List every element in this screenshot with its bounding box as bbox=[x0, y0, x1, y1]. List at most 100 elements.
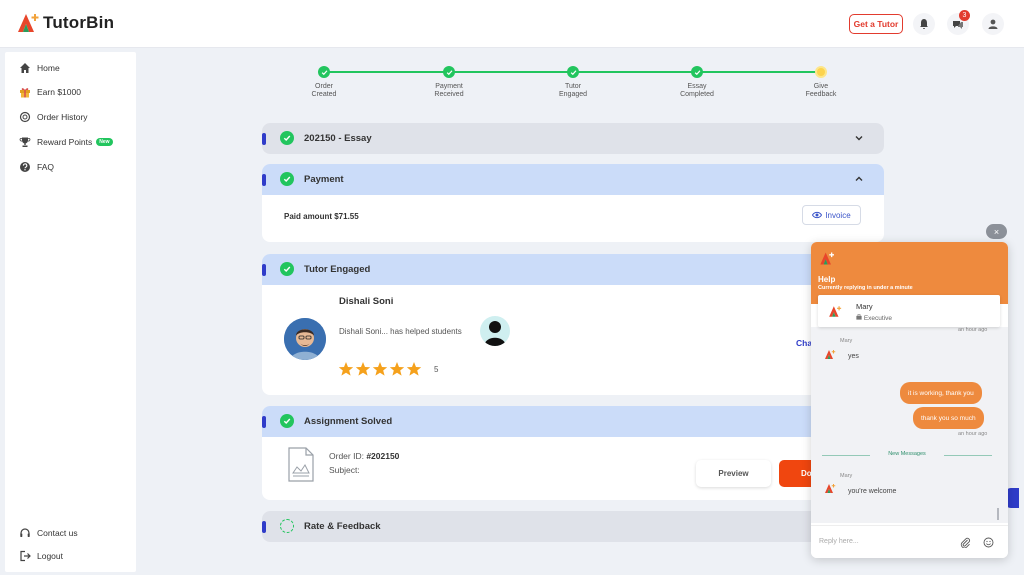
section-rate-header[interactable]: Rate & Feedback bbox=[262, 511, 884, 542]
logo-mark-icon bbox=[18, 14, 39, 32]
message-sender: Mary bbox=[840, 338, 853, 344]
chat-logo-icon bbox=[820, 252, 834, 265]
paid-amount: Paid amount $71.55 bbox=[284, 212, 359, 221]
chat-messages[interactable]: an hour ago Mary yes it is working, than… bbox=[811, 327, 1008, 523]
section-title: Assignment Solved bbox=[304, 416, 393, 427]
tutor-rating-value: 5 bbox=[434, 365, 439, 374]
message-time: an hour ago bbox=[958, 431, 988, 437]
bell-icon bbox=[920, 19, 928, 29]
headset-icon bbox=[19, 527, 30, 537]
briefcase-icon bbox=[856, 314, 862, 320]
section-title: Rate & Feedback bbox=[304, 521, 381, 532]
step-order-created: Order Created bbox=[289, 66, 359, 99]
chevron-up-icon[interactable] bbox=[854, 174, 864, 184]
profile-button[interactable] bbox=[982, 13, 1004, 35]
messages-count-badge: 3 bbox=[959, 10, 970, 21]
message-time: an hour ago bbox=[958, 327, 988, 333]
section-essay-header[interactable]: 202150 - Essay bbox=[262, 123, 884, 154]
section-marker bbox=[262, 133, 266, 145]
sidebar-item-label: Earn $1000 bbox=[37, 86, 81, 97]
invoice-label: Invoice bbox=[825, 210, 851, 220]
step-label: Essay Completed bbox=[680, 83, 714, 98]
section-marker bbox=[262, 416, 266, 428]
chevron-down-icon[interactable] bbox=[854, 133, 864, 143]
check-icon bbox=[570, 69, 576, 75]
check-circle-icon bbox=[283, 266, 291, 273]
agent-role-label: Executive bbox=[863, 315, 892, 322]
step-label: Payment Received bbox=[434, 83, 464, 98]
agent-logo-icon bbox=[825, 350, 836, 359]
sidebar-item-order-history[interactable]: Order History bbox=[18, 110, 88, 123]
paperclip-icon[interactable] bbox=[960, 537, 971, 548]
section-title: Tutor Engaged bbox=[304, 264, 371, 275]
sidebar-item-label: Logout bbox=[37, 550, 63, 561]
tutor-portrait-icon bbox=[284, 318, 326, 360]
new-messages-divider: New Messages bbox=[822, 451, 992, 459]
section-marker bbox=[262, 521, 266, 533]
check-circle-icon bbox=[283, 418, 291, 425]
brand-name: TutorBin bbox=[43, 13, 115, 32]
sidebar-item-label: Order History bbox=[37, 111, 88, 122]
agent-card: Mary Executive bbox=[818, 295, 1000, 327]
gift-icon bbox=[19, 87, 30, 97]
get-a-tutor-button[interactable]: Get a Tutor bbox=[849, 14, 903, 34]
message-incoming: yes bbox=[848, 353, 859, 360]
chat-reply-input[interactable]: Reply here... bbox=[819, 538, 859, 545]
student-silhouette bbox=[480, 316, 510, 346]
invoice-button[interactable]: Invoice bbox=[802, 205, 861, 225]
section-tutor-header[interactable]: Tutor Engaged bbox=[262, 254, 884, 285]
section-assignment-header[interactable]: Assignment Solved bbox=[262, 406, 884, 437]
star-icon bbox=[355, 362, 371, 376]
tutorbin-logo[interactable]: TutorBin bbox=[16, 12, 114, 34]
check-icon bbox=[694, 69, 700, 75]
home-icon bbox=[19, 62, 30, 73]
pending-circle-icon bbox=[280, 519, 294, 533]
preview-button[interactable]: Preview bbox=[696, 460, 771, 487]
divider-line bbox=[944, 455, 992, 456]
tutor-helped-text: Dishali Soni... has helped students bbox=[339, 327, 462, 336]
sidebar-item-contact-us[interactable]: Contact us bbox=[18, 526, 78, 539]
chat-title: Help bbox=[818, 275, 836, 284]
sidebar-item-label: Contact us bbox=[37, 527, 78, 538]
chat-with-tutor-link[interactable]: Cha bbox=[796, 338, 812, 348]
chat-widget: Help Currently replying in under a minut… bbox=[811, 242, 1008, 558]
subject-label: Subject: bbox=[329, 465, 360, 475]
section-payment-header[interactable]: Payment bbox=[262, 164, 884, 195]
message-incoming: you're welcome bbox=[848, 488, 897, 495]
emoji-icon[interactable] bbox=[983, 537, 994, 548]
sidebar-item-earn[interactable]: Earn $1000 bbox=[18, 85, 81, 98]
sidebar-item-home[interactable]: Home bbox=[18, 61, 60, 74]
message-outgoing: it is working, thank you bbox=[900, 382, 982, 404]
step-essay-completed: Essay Completed bbox=[662, 66, 732, 99]
order-id: Order ID: #202150 bbox=[329, 451, 399, 461]
pending-dot-icon bbox=[815, 66, 827, 78]
chat-close-button[interactable]: × bbox=[986, 224, 1007, 239]
step-label: Give Feedback bbox=[805, 83, 837, 98]
section-rate-feedback: Rate & Feedback bbox=[262, 511, 884, 542]
sidebar-item-logout[interactable]: Logout bbox=[18, 549, 63, 562]
notifications-button[interactable] bbox=[913, 13, 935, 35]
agent-avatar-icon bbox=[829, 306, 842, 317]
question-icon bbox=[19, 161, 30, 172]
check-circle-icon bbox=[283, 176, 291, 183]
star-icon bbox=[372, 362, 388, 376]
step-payment-received: Payment Received bbox=[414, 66, 484, 99]
step-tutor-engaged: Tutor Engaged bbox=[538, 66, 608, 99]
tutor-name: Dishali Soni bbox=[339, 296, 394, 307]
check-circle-icon bbox=[283, 135, 291, 142]
document-file-icon bbox=[288, 447, 314, 482]
section-title: Payment bbox=[304, 174, 344, 185]
star-icon bbox=[338, 362, 354, 376]
tutor-avatar bbox=[284, 318, 326, 360]
chat-scrollbar[interactable] bbox=[997, 508, 999, 520]
sidebar-item-reward-points[interactable]: Reward Points New bbox=[18, 135, 113, 148]
order-id-label: Order ID: bbox=[329, 451, 367, 461]
sidebar-item-faq[interactable]: FAQ bbox=[18, 160, 54, 173]
top-header: TutorBin Get a Tutor 3 bbox=[0, 0, 1024, 48]
eye-icon bbox=[812, 211, 823, 219]
history-icon bbox=[19, 111, 30, 122]
sidebar-item-label: Reward Points bbox=[37, 136, 93, 147]
step-label: Order Created bbox=[311, 83, 337, 98]
user-icon bbox=[988, 19, 998, 29]
sidebar-item-label: Home bbox=[37, 62, 60, 73]
